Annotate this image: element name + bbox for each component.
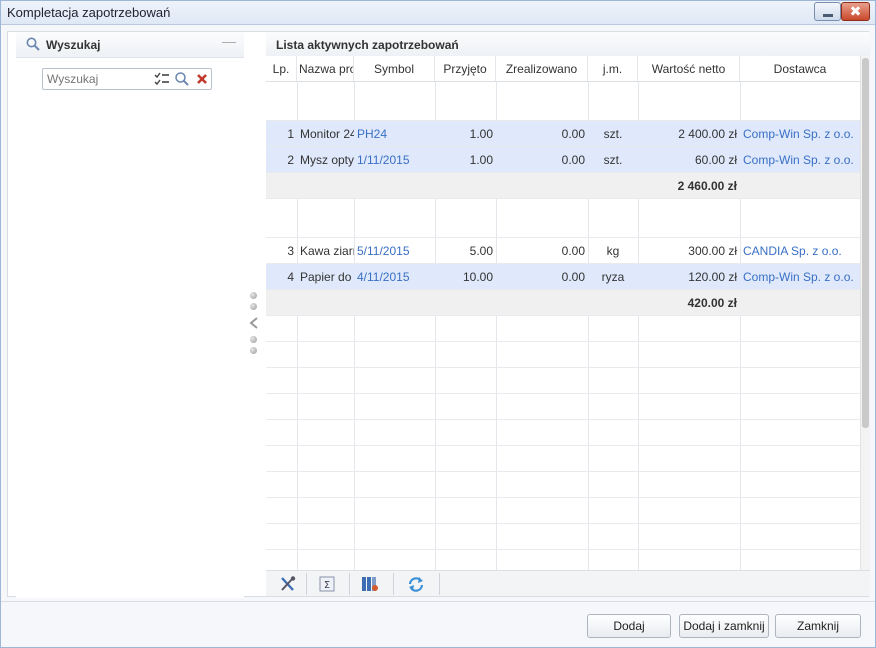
cell-received: 1.00	[469, 153, 493, 167]
grid-vertical-scrollbar[interactable]	[860, 56, 870, 570]
cell-lp: 4	[287, 270, 294, 284]
table-row[interactable]: 2 Mysz optyczna 1/11/2015 1.00 0.00 szt.…	[266, 147, 860, 173]
empty-row	[266, 394, 860, 420]
empty-row	[266, 420, 860, 446]
column-header-symbol[interactable]: Symbol	[354, 56, 435, 82]
search-field-group	[42, 68, 212, 90]
cell-unit: szt.	[603, 127, 623, 141]
empty-row	[266, 316, 860, 342]
cell-net-value: 120.00 zł	[688, 270, 737, 284]
clear-search-icon[interactable]	[193, 71, 211, 87]
cell-symbol-link[interactable]: 1/11/2015	[354, 147, 435, 173]
empty-row	[266, 472, 860, 498]
list-panel-header: Lista aktywnych zapotrzebowań	[266, 32, 870, 56]
cell-net-value: 60.00 zł	[694, 153, 737, 167]
empty-row	[266, 524, 860, 550]
empty-row	[266, 342, 860, 368]
column-header-product-name[interactable]: Nazwa produktu	[297, 56, 354, 82]
cell-realized: 0.00	[561, 244, 585, 258]
cell-received: 5.00	[469, 244, 493, 258]
minimize-button[interactable]	[814, 2, 841, 21]
cell-supplier-link[interactable]: Comp-Win Sp. z o.o.	[740, 121, 860, 147]
cell-product-name: Monitor 24	[300, 127, 354, 141]
empty-row	[266, 446, 860, 472]
grid-toolbar: Σ	[266, 570, 870, 596]
group-total-value: 2 460.00 zł	[677, 179, 737, 193]
cell-product-name: Kawa ziarnista	[300, 244, 354, 258]
columns-config-icon[interactable]	[360, 575, 380, 593]
cell-supplier-link[interactable]: Comp-Win Sp. z o.o.	[740, 147, 860, 173]
chevron-left-icon[interactable]	[248, 316, 260, 330]
cell-unit: kg	[606, 244, 620, 258]
cell-symbol-link[interactable]: 5/11/2015	[354, 238, 435, 264]
panel-splitter[interactable]	[248, 292, 260, 362]
column-header-net-value[interactable]: Wartość netto	[638, 56, 740, 82]
search-panel: Wyszukaj —	[16, 32, 244, 598]
empty-row	[266, 498, 860, 524]
add-and-close-button[interactable]: Dodaj i zamknij	[679, 614, 769, 638]
list-panel-title: Lista aktywnych zapotrzebowań	[276, 38, 459, 52]
cell-realized: 0.00	[561, 153, 585, 167]
search-icon[interactable]	[173, 71, 191, 87]
scrollbar-thumb[interactable]	[862, 58, 869, 428]
cell-net-value: 2 400.00 zł	[678, 127, 737, 141]
window-title: Kompletacja zapotrzebowań	[7, 5, 171, 20]
column-header-unit[interactable]: j.m.	[588, 56, 638, 82]
group-total-value: 420.00 zł	[687, 296, 737, 310]
empty-row	[266, 368, 860, 394]
add-button[interactable]: Dodaj	[587, 614, 671, 638]
tools-icon[interactable]	[278, 575, 298, 593]
dialog-footer: Dodaj Dodaj i zamknij Zamknij	[1, 601, 875, 647]
cell-supplier-link[interactable]: Comp-Win Sp. z o.o.	[740, 264, 860, 290]
cell-supplier-link[interactable]: CANDIA Sp. z o.o.	[740, 238, 860, 264]
group-header-row	[266, 199, 860, 238]
cell-unit: ryza	[601, 270, 625, 284]
cell-product-name: Mysz optyczna	[300, 153, 354, 167]
cell-product-name: Papier do drukarki	[300, 270, 354, 284]
title-bar[interactable]: Kompletacja zapotrzebowań ✖	[1, 1, 875, 25]
table-row[interactable]: 4 Papier do drukarki 4/11/2015 10.00 0.0…	[266, 264, 860, 290]
cell-symbol-link[interactable]: PH24	[354, 121, 435, 147]
group-total-row: 2 460.00 zł	[266, 173, 860, 199]
dialog-content: Wyszukaj — Wyszukaj Lista aktywnych zapo…	[7, 31, 870, 598]
table-row[interactable]: 1 Monitor 24 PH24 1.00 0.00 szt. 2 400.0…	[266, 121, 860, 147]
column-header-received[interactable]: Przyjęto	[435, 56, 496, 82]
cell-lp: 2	[287, 153, 294, 167]
collapse-panel-button[interactable]: —	[222, 34, 236, 48]
requests-list-panel: Lista aktywnych zapotrzebowań Lp. Nazwa …	[266, 32, 870, 598]
column-header-realized[interactable]: Zrealizowano	[496, 56, 588, 82]
cell-received: 1.00	[469, 127, 493, 141]
search-input[interactable]	[43, 69, 151, 89]
cell-received: 10.00	[462, 270, 493, 284]
dialog-window: Kompletacja zapotrzebowań ✖ Wyszukaj — W…	[0, 0, 876, 648]
column-header-lp[interactable]: Lp.	[266, 56, 297, 82]
group-header-row	[266, 82, 860, 121]
requests-grid: Lp. Nazwa produktu Symbol Przyjęto Zreal…	[266, 56, 860, 570]
close-window-button[interactable]: ✖	[841, 2, 870, 21]
search-icon	[26, 37, 40, 51]
table-row[interactable]: 3 Kawa ziarnista 5/11/2015 5.00 0.00 kg …	[266, 238, 860, 264]
cell-lp: 3	[287, 244, 294, 258]
cell-net-value: 300.00 zł	[688, 244, 737, 258]
close-button[interactable]: Zamknij	[775, 614, 861, 638]
group-total-row: 420.00 zł	[266, 290, 860, 316]
cell-symbol-link[interactable]: 4/11/2015	[354, 264, 435, 290]
refresh-icon[interactable]	[406, 575, 426, 593]
svg-text:Σ: Σ	[324, 580, 330, 591]
filter-options-icon[interactable]	[153, 71, 171, 87]
cell-lp: 1	[287, 127, 294, 141]
cell-unit: szt.	[603, 153, 623, 167]
search-panel-title: Wyszukaj	[46, 38, 101, 52]
column-header-supplier[interactable]: Dostawca	[740, 56, 860, 82]
sum-icon[interactable]: Σ	[317, 575, 337, 593]
search-panel-header: Wyszukaj —	[16, 32, 244, 58]
cell-realized: 0.00	[561, 270, 585, 284]
cell-realized: 0.00	[561, 127, 585, 141]
